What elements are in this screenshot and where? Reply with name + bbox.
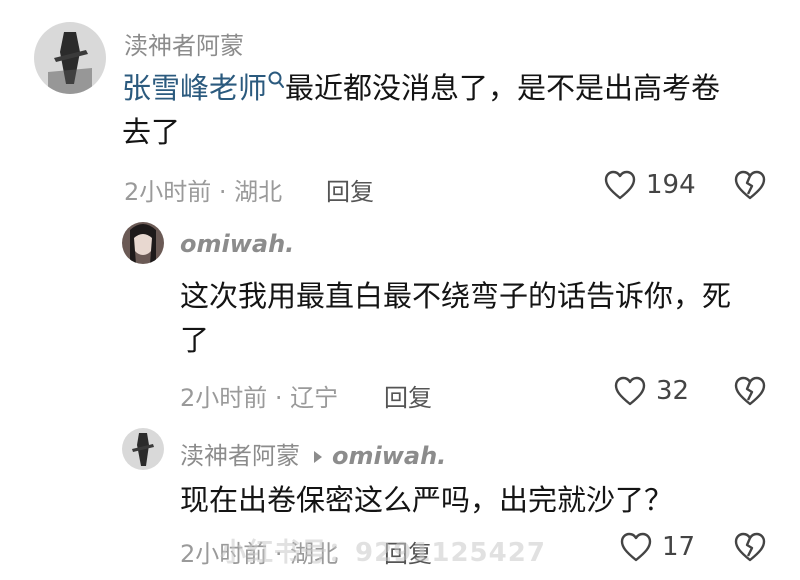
comment-username[interactable]: 渎神者阿蒙 — [124, 26, 244, 61]
search-icon[interactable] — [267, 70, 285, 90]
like-count: 32 — [656, 376, 690, 406]
heart-outline-icon — [604, 170, 636, 200]
like-count: 17 — [662, 532, 696, 562]
like-button[interactable]: 32 — [614, 376, 689, 406]
like-button[interactable]: 17 — [620, 532, 695, 562]
reply-username[interactable]: omiwah. — [180, 230, 294, 258]
comment-text-line1: 最近都没消息了，是不是出高考卷 — [285, 71, 721, 105]
comment-time-location: 2小时前 · 湖北 — [124, 178, 283, 206]
avatar-dushenzhe-amen[interactable] — [122, 428, 164, 470]
comment-text: 张雪峰老师 最近都没消息了，是不是出高考卷 去了 — [122, 66, 772, 154]
broken-heart-icon[interactable] — [734, 376, 766, 406]
avatar-omiwah[interactable] — [122, 222, 164, 264]
like-count: 194 — [646, 170, 696, 200]
broken-heart-icon[interactable] — [734, 170, 766, 200]
reply-time-location: 2小时前 · 辽宁 — [180, 384, 339, 412]
heart-outline-icon — [620, 532, 652, 562]
reply-to-username[interactable]: omiwah. — [332, 442, 446, 470]
reply-button[interactable]: 回复 — [384, 378, 432, 413]
reply-button[interactable]: 回复 — [326, 172, 374, 207]
reply-username-line: 渎神者阿蒙 omiwah. — [180, 436, 446, 471]
reply-text: 现在出卷保密这么严吗，出完就沙了？ — [180, 483, 674, 517]
reply-text: 这次我用最直白最不绕弯子的话告诉你，死 了 — [180, 274, 770, 362]
reply-arrow-icon — [314, 451, 322, 463]
watermark: 小红书号：9291125427 — [220, 538, 546, 568]
comment-text-line2: 去了 — [122, 115, 181, 149]
heart-outline-icon — [614, 376, 646, 406]
like-button[interactable]: 194 — [604, 170, 696, 200]
mention-link[interactable]: 张雪峰老师 — [122, 71, 267, 105]
avatar-dushenzhe-amen[interactable] — [34, 22, 106, 94]
reply-text-line1: 这次我用最直白最不绕弯子的话告诉你，死 — [180, 279, 732, 313]
reply-text-line2: 了 — [180, 323, 210, 357]
reply-username[interactable]: 渎神者阿蒙 — [180, 442, 300, 470]
broken-heart-icon[interactable] — [734, 532, 766, 562]
